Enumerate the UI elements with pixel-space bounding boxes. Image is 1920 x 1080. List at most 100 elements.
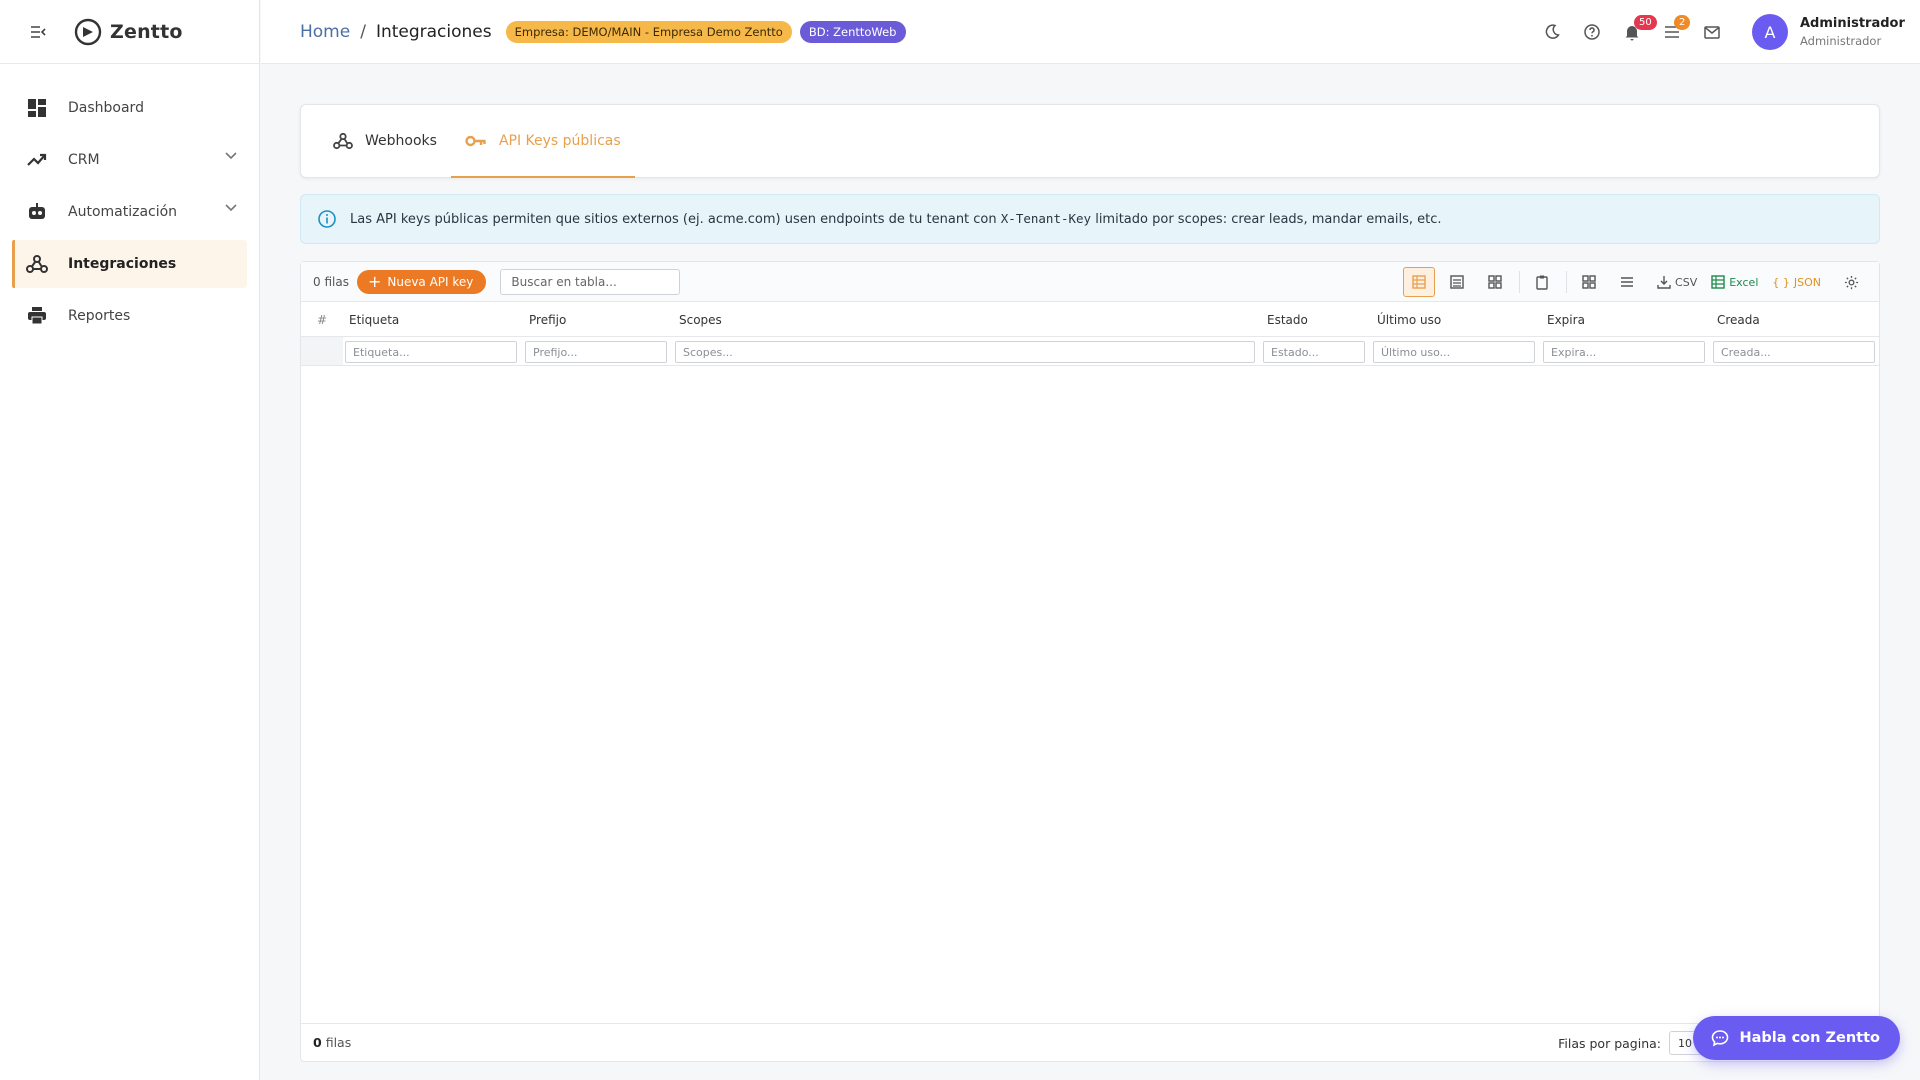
sidebar-item-integraciones[interactable]: Integraciones [12, 240, 247, 288]
new-api-key-label: Nueva API key [387, 274, 474, 289]
export-excel-label: Excel [1729, 275, 1759, 289]
column-header-prefijo[interactable]: Prefijo [529, 302, 566, 337]
sidebar-item-crm[interactable]: CRM [12, 136, 247, 184]
chat-button[interactable]: Habla con Zentto [1693, 1016, 1900, 1060]
list-view-icon[interactable] [1441, 267, 1473, 297]
table-search-input[interactable] [500, 268, 681, 295]
webhook-icon [26, 253, 48, 275]
notifications-icon[interactable]: 50 [1612, 12, 1657, 52]
export-json-button[interactable]: { } JSON [1772, 276, 1821, 289]
filter-ultimo-uso[interactable] [1373, 341, 1535, 363]
toolbar-divider [1566, 271, 1568, 293]
database-chip[interactable]: BD: ZenttoWeb [799, 20, 906, 43]
grid-header: # Etiqueta Prefijo Scopes Estado Último … [301, 302, 1879, 337]
chat-icon [1711, 1029, 1729, 1047]
row-count: 0 filas [313, 274, 349, 289]
info-code: X-Tenant-Key [1000, 211, 1092, 226]
sidebar-header: Zentto [0, 0, 259, 64]
download-icon [1657, 275, 1671, 289]
top-actions: 50 2 A Administrador Administrador [1532, 0, 1920, 64]
export-excel-button[interactable]: Excel [1711, 275, 1758, 289]
sidebar-item-label: Dashboard [68, 100, 144, 116]
info-text-after: limitado por scopes: crear leads, mandar… [1091, 212, 1442, 227]
column-header-expira[interactable]: Expira [1547, 302, 1585, 337]
filter-row-spacer [301, 337, 343, 365]
user-menu[interactable]: Administrador Administrador [1800, 16, 1920, 48]
app-logo[interactable]: Zentto [74, 18, 183, 46]
tab-webhooks[interactable]: Webhooks [319, 105, 451, 177]
mail-icon[interactable] [1692, 12, 1732, 52]
dashboard-icon [26, 97, 48, 119]
user-role: Administrador [1800, 34, 1882, 48]
printer-icon [26, 305, 48, 327]
grid-footer: 0 filas Filas por pagina: 10 [301, 1023, 1879, 1061]
column-header-scopes[interactable]: Scopes [679, 302, 722, 337]
tab-label: Webhooks [365, 133, 437, 149]
grid-toolbar: 0 filas + Nueva API key CSV Excel { }JSON [301, 262, 1879, 302]
sidebar-item-automatizacion[interactable]: Automatización [12, 188, 247, 236]
sidebar-item-reportes[interactable]: Reportes [12, 292, 247, 340]
clipboard-icon[interactable] [1526, 267, 1558, 297]
help-icon[interactable] [1572, 12, 1612, 52]
index-column-header: # [317, 312, 328, 327]
sidebar-item-label: Reportes [68, 308, 131, 324]
chevron-down-icon [225, 204, 237, 212]
filter-creada[interactable] [1713, 341, 1875, 363]
density-icon[interactable] [1611, 267, 1643, 297]
robot-icon [26, 201, 48, 223]
filter-scopes[interactable] [675, 341, 1255, 363]
filter-expira[interactable] [1543, 341, 1705, 363]
settings-icon[interactable] [1835, 267, 1867, 297]
group-icon[interactable] [1573, 267, 1605, 297]
column-header-etiqueta[interactable]: Etiqueta [349, 302, 399, 337]
trending-up-icon [26, 149, 48, 171]
braces-icon: { } [1772, 275, 1790, 289]
column-header-estado[interactable]: Estado [1267, 302, 1308, 337]
api-keys-grid: 0 filas + Nueva API key CSV Excel { }JSON… [300, 261, 1880, 1062]
company-chip[interactable]: Empresa: DEMO/MAIN - Empresa Demo Zentto [505, 20, 792, 43]
export-csv-label: CSV [1675, 275, 1698, 289]
filter-prefijo[interactable] [525, 341, 667, 363]
tasks-badge: 2 [1674, 15, 1691, 30]
rows-per-page-label: Filas por pagina: [1558, 1035, 1661, 1051]
tabs-card: Webhooks API Keys públicas [300, 104, 1880, 178]
new-api-key-button[interactable]: + Nueva API key [356, 269, 487, 294]
info-text: Las API keys públicas permiten que sitio… [350, 211, 1442, 227]
info-text-before: Las API keys públicas permiten que sitio… [350, 212, 1001, 227]
column-header-creada[interactable]: Creada [1717, 302, 1760, 337]
table-view-icon[interactable] [1403, 267, 1436, 297]
avatar[interactable]: A [1752, 14, 1788, 50]
excel-icon [1711, 275, 1725, 289]
sidebar-nav: Dashboard CRM Automatización Integracion… [0, 64, 259, 340]
key-icon [465, 135, 487, 147]
menu-collapse-icon[interactable] [28, 22, 48, 42]
footer-row-count: 0 [313, 1035, 322, 1050]
breadcrumb-separator: / [360, 21, 366, 42]
dark-mode-icon[interactable] [1532, 12, 1572, 52]
breadcrumb-current: Integraciones [375, 21, 492, 42]
card-view-icon[interactable] [1479, 267, 1511, 297]
sidebar: Zentto Dashboard CRM Automatización Inte… [0, 0, 260, 1080]
top-bar: Home / Integraciones Empresa: DEMO/MAIN … [261, 0, 1920, 64]
filter-etiqueta[interactable] [345, 341, 517, 363]
app-name: Zentto [110, 20, 183, 43]
column-header-ultimo-uso[interactable]: Último uso [1377, 302, 1441, 337]
sidebar-item-label: Integraciones [68, 256, 177, 272]
sidebar-item-label: Automatización [68, 204, 178, 220]
toolbar-actions: CSV Excel { } JSON [1397, 262, 1867, 302]
export-csv-button[interactable]: CSV [1657, 275, 1697, 289]
webhook-icon [333, 132, 353, 150]
breadcrumb-home[interactable]: Home [300, 22, 350, 42]
sidebar-item-label: CRM [68, 152, 100, 168]
footer-row-suffix: filas [325, 1035, 352, 1050]
filter-estado[interactable] [1263, 341, 1365, 363]
chat-label: Habla con Zentto [1739, 1030, 1880, 1046]
tasks-icon[interactable]: 2 [1652, 12, 1692, 52]
sidebar-item-dashboard[interactable]: Dashboard [12, 84, 247, 132]
export-json-label: JSON [1793, 275, 1821, 289]
info-icon [318, 210, 336, 228]
rows-per-page-value: 10 [1678, 1036, 1692, 1050]
plus-icon: + [367, 271, 382, 291]
zentto-logo-icon [74, 18, 102, 45]
tab-api-keys[interactable]: API Keys públicas [450, 105, 635, 178]
